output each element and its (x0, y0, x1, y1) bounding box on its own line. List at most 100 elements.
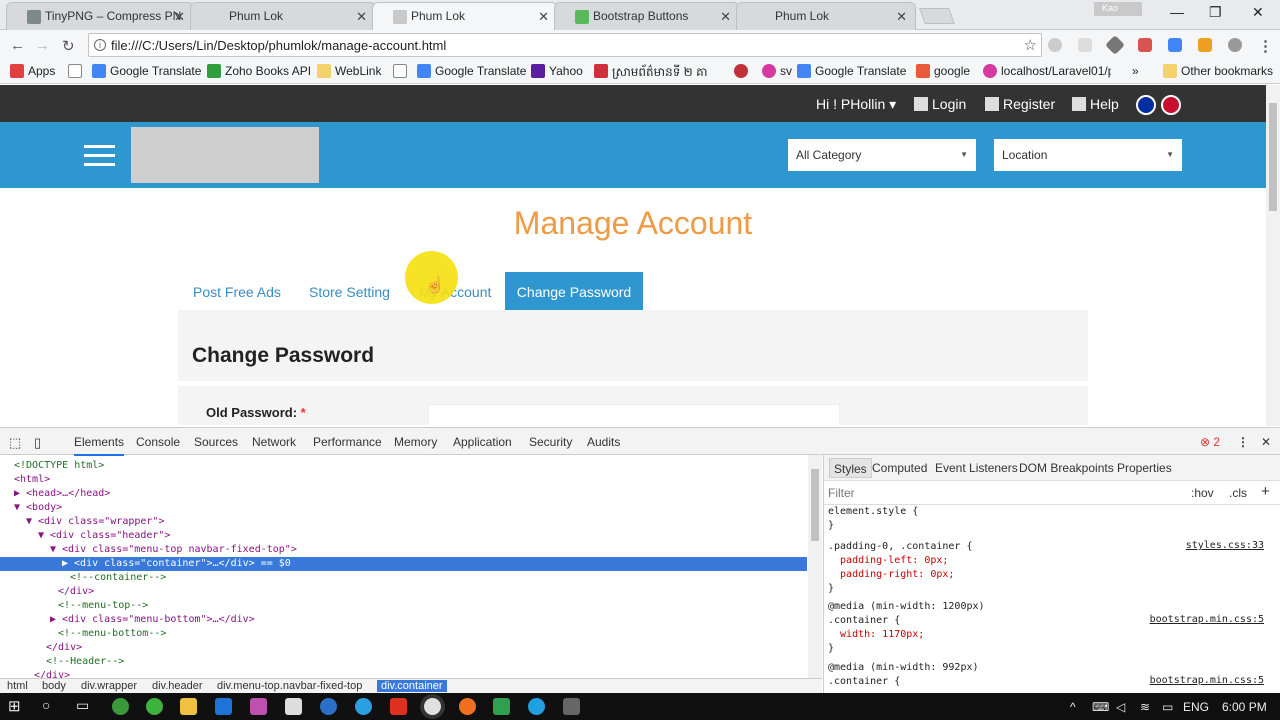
app-icon[interactable] (112, 698, 129, 715)
app-icon[interactable] (146, 698, 163, 715)
skype-icon[interactable] (528, 698, 545, 715)
back-icon[interactable]: ← (10, 37, 25, 54)
css-rule-line[interactable]: .padding-0, .container { (828, 540, 973, 554)
devtools-tab-memory[interactable]: Memory (394, 435, 437, 449)
breadcrumb-item[interactable]: div.wrapper (77, 680, 141, 692)
khmer-flag-icon[interactable] (1136, 95, 1156, 115)
volume-icon[interactable]: ◁ (1116, 700, 1125, 714)
extension-icon[interactable] (1105, 35, 1125, 55)
browser-tab-active[interactable]: Phum Lok ✕ (372, 2, 558, 31)
close-tab-icon[interactable]: ✕ (720, 9, 731, 25)
devtools-tab-audits[interactable]: Audits (587, 435, 620, 449)
bookmark-item[interactable]: Google Translate (92, 64, 201, 78)
menu-dots-icon[interactable]: ⋮ (1258, 37, 1273, 55)
bookmark-item[interactable]: Google Translate (797, 64, 906, 78)
add-rule-icon[interactable]: + (1261, 483, 1270, 500)
translate-extension-icon[interactable] (1168, 38, 1182, 52)
bookmark-item[interactable]: Zoho Books API (207, 64, 311, 78)
scrollbar-thumb[interactable] (811, 469, 819, 541)
search-icon[interactable]: ○ (42, 697, 50, 713)
battery-icon[interactable]: ▭ (1162, 700, 1173, 714)
bookmark-star-icon[interactable]: ☆ (1024, 36, 1037, 54)
stylesheet-source-link[interactable]: styles.css:33 (1186, 540, 1264, 551)
extension-icon[interactable] (1198, 38, 1212, 52)
bookmark-apps[interactable]: Apps (10, 64, 55, 78)
browser-tab[interactable]: Phum Lok ✕ (190, 2, 376, 30)
inspect-element-icon[interactable]: ⬚ (9, 435, 21, 451)
dom-node[interactable]: ▼ <div class="wrapper"> (26, 515, 164, 529)
bookmark-item[interactable]: WebLink (317, 64, 381, 78)
error-count-badge[interactable]: ⊗ 2 (1200, 435, 1220, 449)
language-indicator[interactable]: ENG (1183, 700, 1209, 714)
tab-event-listeners[interactable]: Event Listeners (935, 461, 1018, 475)
bookmark-item[interactable]: ស្រាមព័ត៌មានទី ២ គា (594, 64, 720, 82)
extension-icon[interactable] (1228, 38, 1242, 52)
breadcrumb-item[interactable]: body (38, 680, 70, 692)
app-icon[interactable] (320, 698, 337, 715)
close-window-icon[interactable]: ✕ (1252, 4, 1264, 21)
devtools-close-icon[interactable]: ✕ (1261, 435, 1271, 449)
dom-node[interactable]: ▼ <div class="menu-top navbar-fixed-top"… (50, 543, 297, 557)
user-menu[interactable]: Hi ! PHollin ▾ (798, 96, 896, 113)
css-rule-line[interactable]: } (828, 642, 834, 656)
hov-toggle[interactable]: :hov (1191, 486, 1214, 500)
close-tab-icon[interactable]: ✕ (356, 9, 367, 25)
dreamweaver-icon[interactable] (493, 698, 510, 715)
register-link[interactable]: Register (985, 96, 1055, 112)
cls-toggle[interactable]: .cls (1229, 486, 1247, 500)
breadcrumb-item-active[interactable]: div.container (377, 680, 447, 692)
styles-filter[interactable]: Filter :hov .cls + (824, 481, 1280, 505)
scrollbar-thumb[interactable] (1269, 103, 1277, 211)
forward-icon[interactable]: → (35, 37, 50, 54)
reload-icon[interactable]: ↻ (62, 37, 75, 55)
page-scrollbar[interactable] (1266, 85, 1280, 426)
bookmark-item[interactable]: Yahoo (531, 64, 583, 78)
bookmark-item[interactable]: google (916, 64, 970, 78)
dom-node[interactable]: <!--Header--> (46, 655, 124, 669)
app-icon[interactable] (250, 698, 267, 715)
dom-node[interactable]: <!DOCTYPE html> (14, 459, 104, 473)
site-logo[interactable] (131, 127, 319, 183)
maximize-icon[interactable]: ❐ (1209, 4, 1222, 21)
other-bookmarks[interactable]: Other bookmarks (1163, 64, 1273, 78)
dom-node[interactable]: </div> (46, 641, 82, 655)
old-password-input[interactable] (428, 404, 840, 425)
close-tab-icon[interactable]: ✕ (174, 9, 185, 25)
store-icon[interactable] (285, 698, 302, 715)
browser-tab[interactable]: Phum Lok ✕ (736, 2, 916, 30)
css-property[interactable]: width: 1170px; (828, 628, 924, 642)
devtools-tab-elements[interactable]: Elements (74, 435, 125, 456)
css-rule-line[interactable]: } (828, 519, 834, 533)
stylesheet-source-link[interactable]: bootstrap.min.css:5 (1150, 675, 1264, 686)
tab-change-password[interactable]: Change Password (505, 272, 643, 320)
new-tab-button[interactable] (919, 8, 955, 24)
dom-node[interactable]: <!--menu-bottom--> (58, 627, 166, 641)
task-view-icon[interactable]: ▭ (76, 697, 89, 714)
profile-badge[interactable]: Kao (1094, 2, 1142, 16)
bookmarks-overflow-button[interactable]: » (1116, 64, 1139, 78)
ime-icon[interactable]: ⌨ (1092, 700, 1109, 714)
bookmark-item[interactable]: sv (762, 64, 792, 78)
dom-node[interactable]: <!--container--> (70, 571, 166, 585)
chrome-icon[interactable] (424, 698, 441, 715)
file-explorer-icon[interactable] (180, 698, 197, 715)
tab-post-free-ads[interactable]: Post Free Ads (193, 284, 281, 300)
breadcrumb-item[interactable]: div.menu-top.navbar-fixed-top (213, 680, 366, 692)
tab-properties[interactable]: Properties (1117, 461, 1172, 475)
css-property[interactable]: padding-left: 0px; (828, 554, 948, 568)
tab-styles[interactable]: Styles (829, 458, 872, 478)
firefox-icon[interactable] (459, 698, 476, 715)
pdf-extension-icon[interactable] (1138, 38, 1152, 52)
info-icon[interactable]: i (94, 39, 106, 51)
bookmark-item[interactable]: localhost/Laravel01/p (983, 64, 1111, 78)
devtools-tab-performance[interactable]: Performance (313, 435, 382, 449)
dom-node[interactable]: <!--menu-top--> (58, 599, 148, 613)
english-flag-icon[interactable] (1161, 95, 1181, 115)
dom-node[interactable]: ▼ <div class="header"> (38, 529, 170, 543)
devtools-menu-icon[interactable]: ⋮ (1237, 435, 1249, 449)
devtools-tab-security[interactable]: Security (529, 435, 572, 449)
breadcrumb-item[interactable]: html (3, 680, 32, 692)
dom-node[interactable]: ▼ <body> (14, 501, 62, 515)
filezilla-icon[interactable] (390, 698, 407, 715)
location-select[interactable]: Location ▼ (994, 139, 1182, 171)
